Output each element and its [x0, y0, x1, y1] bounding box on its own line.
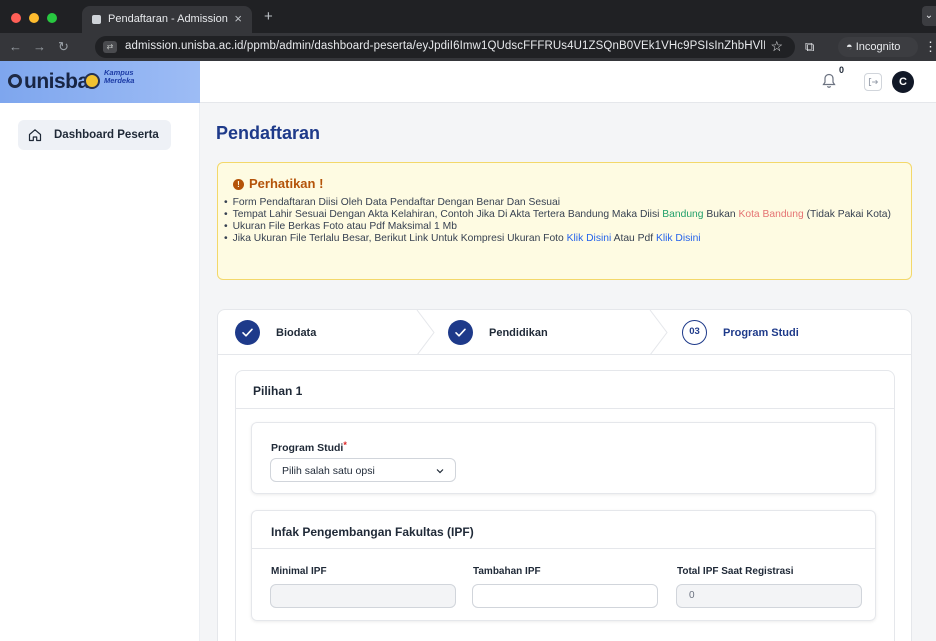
tab-title: Pendaftaran - Admission Unisba	[108, 13, 228, 25]
forward-icon[interactable]: →	[33, 39, 46, 54]
step-biodata-check-icon[interactable]	[235, 320, 260, 345]
browser-tab-bar: Pendaftaran - Admission Unisba × + ⌄	[0, 0, 936, 33]
logout-icon	[868, 77, 879, 87]
notice-item: Ukuran File Berkas Foto atau Pdf Maksima…	[224, 221, 908, 233]
program-studi-card: Program Studi* Pilih salah satu opsi	[251, 422, 876, 494]
pilihan-title: Pilihan 1	[253, 384, 303, 398]
logout-button[interactable]	[864, 73, 882, 91]
compress-photo-link[interactable]: Klik Disini	[567, 233, 612, 244]
bell-icon[interactable]	[822, 73, 836, 89]
notice-item: Tempat Lahir Sesuai Dengan Akta Kelahira…	[224, 209, 908, 221]
close-window-button[interactable]	[11, 13, 21, 23]
minimal-ipf-label: Minimal IPF	[271, 566, 327, 577]
divider	[252, 548, 875, 549]
url-text[interactable]: admission.unisba.ac.id/ppmb/admin/dashbo…	[125, 40, 765, 52]
notice-item: Jika Ukuran File Terlalu Besar, Berikut …	[224, 233, 908, 245]
pilihan-section: Pilihan 1 Program Studi* Pilih salah sat…	[235, 370, 895, 641]
minimal-ipf-field	[270, 584, 456, 608]
site-info-icon[interactable]: ⇄	[103, 41, 117, 53]
required-mark: *	[343, 440, 347, 450]
sidebar-item-dashboard-peserta[interactable]: Dashboard Peserta	[18, 120, 171, 150]
registration-form-card: Biodata Pendidikan 03 Program Studi Pili…	[217, 309, 912, 641]
incognito-label: Incognito	[855, 41, 901, 53]
new-tab-button[interactable]: +	[264, 8, 273, 25]
incognito-icon: ◓	[846, 41, 853, 53]
maximize-window-button[interactable]	[47, 13, 57, 23]
step-pendidikan-check-icon[interactable]	[448, 320, 473, 345]
back-icon[interactable]: ←	[9, 39, 22, 54]
browser-menu-icon[interactable]: ⋮	[924, 39, 936, 55]
program-studi-label: Program Studi*	[271, 440, 347, 454]
step-program-studi-number[interactable]: 03	[682, 320, 707, 345]
sidebar-item-label: Dashboard Peserta	[54, 129, 159, 141]
reload-icon[interactable]: ↻	[58, 39, 69, 55]
extensions-icon[interactable]: ⧉	[805, 39, 814, 55]
stepper: Biodata Pendidikan 03 Program Studi	[218, 310, 911, 355]
favicon-icon	[92, 15, 101, 24]
total-ipf-label: Total IPF Saat Registrasi	[677, 566, 794, 577]
step-program-studi-label[interactable]: Program Studi	[723, 327, 799, 339]
select-value: Pilih salah satu opsi	[282, 465, 375, 477]
step-separator	[649, 310, 668, 355]
program-studi-select[interactable]: Pilih salah satu opsi	[270, 458, 456, 482]
tab-search-chevron-icon[interactable]: ⌄	[922, 6, 936, 26]
bookmark-star-icon[interactable]: ☆	[770, 38, 783, 55]
chevron-down-icon	[436, 469, 444, 474]
ipf-title: Infak Pengembangan Fakultas (IPF)	[271, 525, 474, 539]
sidebar: Dashboard Peserta	[0, 103, 200, 641]
total-ipf-field: 0	[676, 584, 862, 608]
notice-item: Form Pendaftaran Diisi Oleh Data Pendaft…	[224, 197, 908, 209]
incognito-badge[interactable]: ◓ Incognito	[838, 37, 918, 57]
unisba-logo-icon	[8, 74, 22, 88]
tambahan-ipf-label: Tambahan IPF	[473, 566, 541, 577]
notification-count: 0	[839, 65, 845, 75]
ipf-card: Infak Pengembangan Fakultas (IPF) Minima…	[251, 510, 876, 621]
divider	[236, 408, 894, 409]
logo-text: unisba	[24, 70, 89, 93]
notice-list: Form Pendaftaran Diisi Oleh Data Pendaft…	[218, 197, 908, 245]
page-title: Pendaftaran	[216, 123, 321, 143]
kampus-merdeka-badge-icon	[84, 73, 100, 89]
step-separator	[416, 310, 435, 355]
kampus-merdeka-text: Kampus Merdeka	[104, 68, 135, 85]
notice-heading: ! Perhatikan !	[233, 176, 323, 191]
minimize-window-button[interactable]	[29, 13, 39, 23]
step-biodata-label[interactable]: Biodata	[276, 327, 316, 339]
compress-pdf-link[interactable]: Klik Disini	[656, 233, 701, 244]
info-icon: !	[233, 179, 244, 190]
browser-toolbar: ← → ↻ ⇄ admission.unisba.ac.id/ppmb/admi…	[0, 33, 936, 61]
example-correct-text: Bandung	[662, 209, 704, 220]
tambahan-ipf-input[interactable]	[472, 584, 658, 608]
browser-tab[interactable]: Pendaftaran - Admission Unisba ×	[82, 6, 252, 33]
notice-box: !Perhatikan ! Form Pendaftaran Diisi Ole…	[217, 162, 912, 280]
home-icon	[28, 129, 42, 142]
example-wrong-text: Kota Bandung	[738, 209, 804, 220]
avatar[interactable]: C	[892, 71, 914, 93]
app-header: unisba Kampus Merdeka 0 C	[0, 61, 936, 103]
logo[interactable]: unisba Kampus Merdeka	[0, 61, 200, 103]
step-pendidikan-label[interactable]: Pendidikan	[489, 327, 548, 339]
address-bar[interactable]: ⇄ admission.unisba.ac.id/ppmb/admin/dash…	[95, 36, 795, 58]
tab-close-icon[interactable]: ×	[234, 11, 242, 26]
